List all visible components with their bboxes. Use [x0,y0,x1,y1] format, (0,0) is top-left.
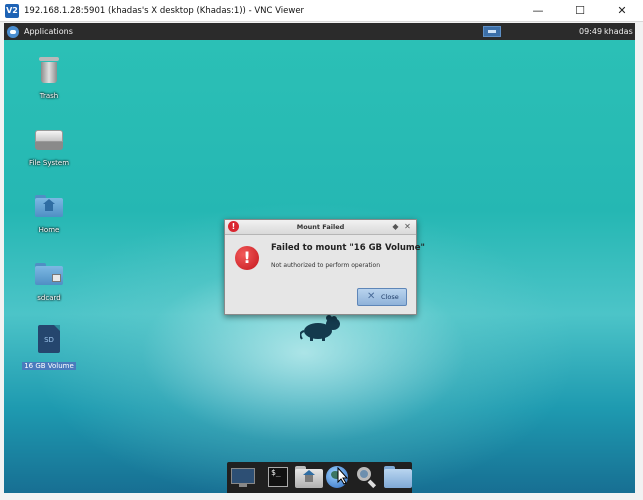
panel-clock: 09:49 [579,27,603,36]
dialog-title-bar[interactable]: Mount Failed ! ◆ ✕ [225,220,416,235]
app-finder-launcher[interactable] [354,465,380,489]
minimize-button[interactable]: — [517,0,559,22]
desktop-icon-sdcard[interactable]: sdcard [19,263,79,304]
terminal-icon: $_ [268,467,288,487]
file-manager-launcher[interactable] [295,465,323,489]
screen-icon [231,468,255,484]
home-folder-icon [295,466,323,488]
sd-card-text: SD [44,336,54,344]
applications-menu-button[interactable]: Applications [7,23,73,40]
desktop-icon-label: sdcard [37,294,61,302]
error-icon: ! [235,246,259,270]
show-desktop-button[interactable] [230,465,256,489]
bottom-dock: $_ [227,462,412,493]
xfce-mouse-mascot-icon [300,315,340,341]
terminal-launcher[interactable]: $_ [265,465,291,489]
desktop-icon-label: 16 GB Volume [22,362,76,370]
desktop-icon-label: Home [38,226,60,234]
vnc-window-title: 192.168.1.28:5901 (khadas's X desktop (K… [24,6,305,16]
desktop-icon-home[interactable]: Home [19,195,79,236]
desktop-icon-file-system[interactable]: File System [19,128,79,169]
desktop-icon-label: Trash [39,92,59,100]
close-x-icon: ✕ [367,291,376,302]
close-button-label: Close [381,293,399,301]
sd-card-icon: SD [38,325,60,353]
trash-icon [39,57,59,83]
dialog-close-x-button[interactable]: ✕ [403,222,412,231]
drive-icon [35,128,63,150]
remote-desktop[interactable]: Applications 09:49 khadas Trash File Sys… [4,23,635,493]
dialog-error-title-icon: ! [228,221,239,232]
dialog-message: Not authorized to perform operation [271,262,381,269]
folder-icon [384,466,412,488]
close-window-button[interactable]: ✕ [601,0,643,22]
locked-folder-icon [35,263,63,285]
dialog-title: Mount Failed [296,223,345,231]
panel-user[interactable]: khadas [604,23,633,40]
close-button[interactable]: ✕ Close [357,288,407,306]
dialog-heading: Failed to mount "16 GB Volume" [271,243,425,253]
desktop-icon-16gb-volume[interactable]: SD 16 GB Volume [19,325,79,372]
desktop-icon-label: File System [28,159,70,167]
vnc-remote-area: Applications 09:49 khadas Trash File Sys… [0,22,643,500]
home-folder-icon [35,195,63,217]
applications-label: Applications [24,27,73,36]
folder-launcher[interactable] [384,465,412,489]
mount-failed-dialog: Mount Failed ! ◆ ✕ ! Failed to mount "16… [224,219,425,315]
mouse-pointer-icon [337,467,349,485]
maximize-button[interactable]: ☐ [559,0,601,22]
top-panel: Applications 09:49 khadas [4,23,635,40]
xfce-logo-icon [7,25,19,38]
vnc-app-icon: V2 [5,4,19,18]
dialog-shade-button[interactable]: ◆ [391,222,400,231]
desktop-icon-trash[interactable]: Trash [19,57,79,102]
search-icon [357,467,371,481]
vnc-title-bar: V2 192.168.1.28:5901 (khadas's X desktop… [0,0,643,22]
workspace-switcher[interactable] [483,26,501,37]
